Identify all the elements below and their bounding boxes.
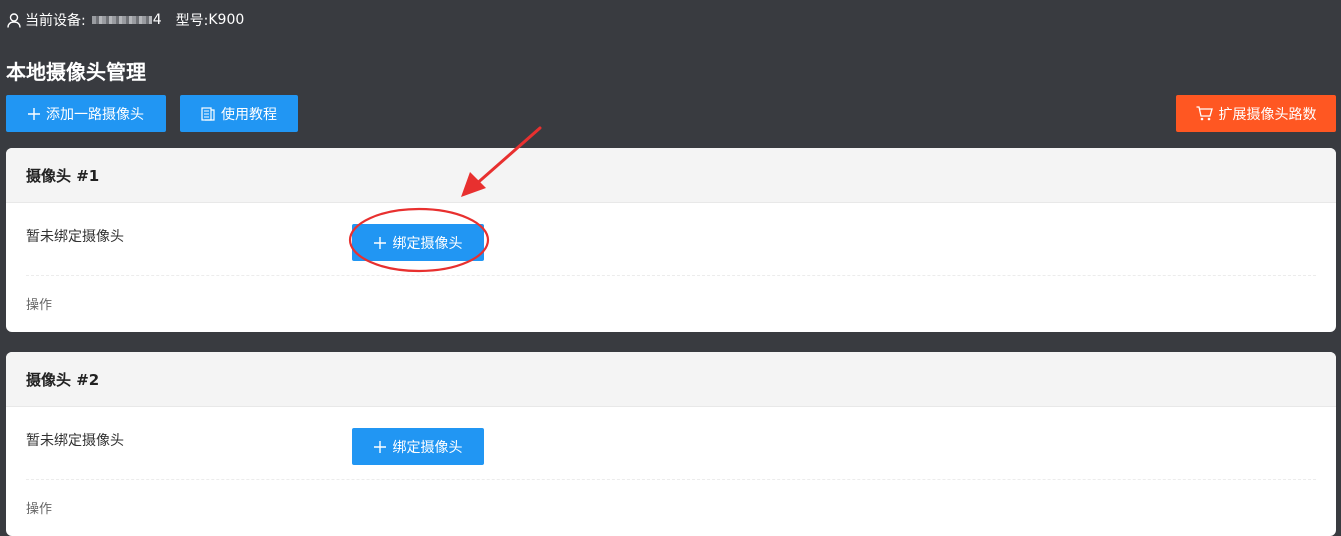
- device-id-masked: [91, 16, 152, 24]
- camera-card: 摄像头 #2 暂未绑定摄像头 绑定摄像头 操作: [6, 352, 1336, 536]
- plus-icon: [373, 440, 386, 453]
- divider: [26, 275, 1316, 276]
- bind-camera-button[interactable]: 绑定摄像头: [352, 224, 484, 261]
- expand-cameras-button[interactable]: 扩展摄像头路数: [1176, 95, 1336, 132]
- book-icon: [201, 106, 215, 121]
- camera-card-title: 摄像头 #1: [6, 148, 1336, 203]
- operations-label: 操作: [26, 298, 53, 313]
- expand-cameras-label: 扩展摄像头路数: [1218, 106, 1317, 123]
- camera-status: 暂未绑定摄像头: [26, 433, 124, 449]
- add-camera-button[interactable]: 添加一路摄像头: [6, 95, 166, 132]
- device-info-bar: 当前设备: 4 型号: K900: [7, 10, 244, 30]
- cart-icon: [1196, 106, 1213, 121]
- page-title: 本地摄像头管理: [6, 60, 146, 84]
- camera-card-body: 暂未绑定摄像头 绑定摄像头 操作: [6, 203, 1336, 331]
- operations-label: 操作: [26, 502, 53, 517]
- device-label: 当前设备:: [25, 13, 86, 29]
- bind-camera-button[interactable]: 绑定摄像头: [352, 428, 484, 465]
- user-icon: [7, 12, 21, 28]
- model-value: K900: [208, 12, 245, 28]
- bind-camera-label: 绑定摄像头: [392, 439, 463, 456]
- tutorial-button[interactable]: 使用教程: [180, 95, 298, 132]
- camera-status: 暂未绑定摄像头: [26, 229, 124, 245]
- bind-camera-label: 绑定摄像头: [392, 235, 463, 252]
- camera-card: 摄像头 #1 暂未绑定摄像头 绑定摄像头 操作: [6, 148, 1336, 332]
- tutorial-label: 使用教程: [221, 106, 277, 123]
- model-label: 型号:: [175, 13, 209, 29]
- plus-icon: [28, 107, 40, 120]
- add-camera-label: 添加一路摄像头: [46, 106, 144, 123]
- plus-icon: [373, 236, 386, 249]
- camera-card-body: 暂未绑定摄像头 绑定摄像头 操作: [6, 407, 1336, 535]
- device-id-suffix: 4: [152, 12, 162, 28]
- divider: [26, 479, 1316, 480]
- camera-card-title: 摄像头 #2: [6, 352, 1336, 407]
